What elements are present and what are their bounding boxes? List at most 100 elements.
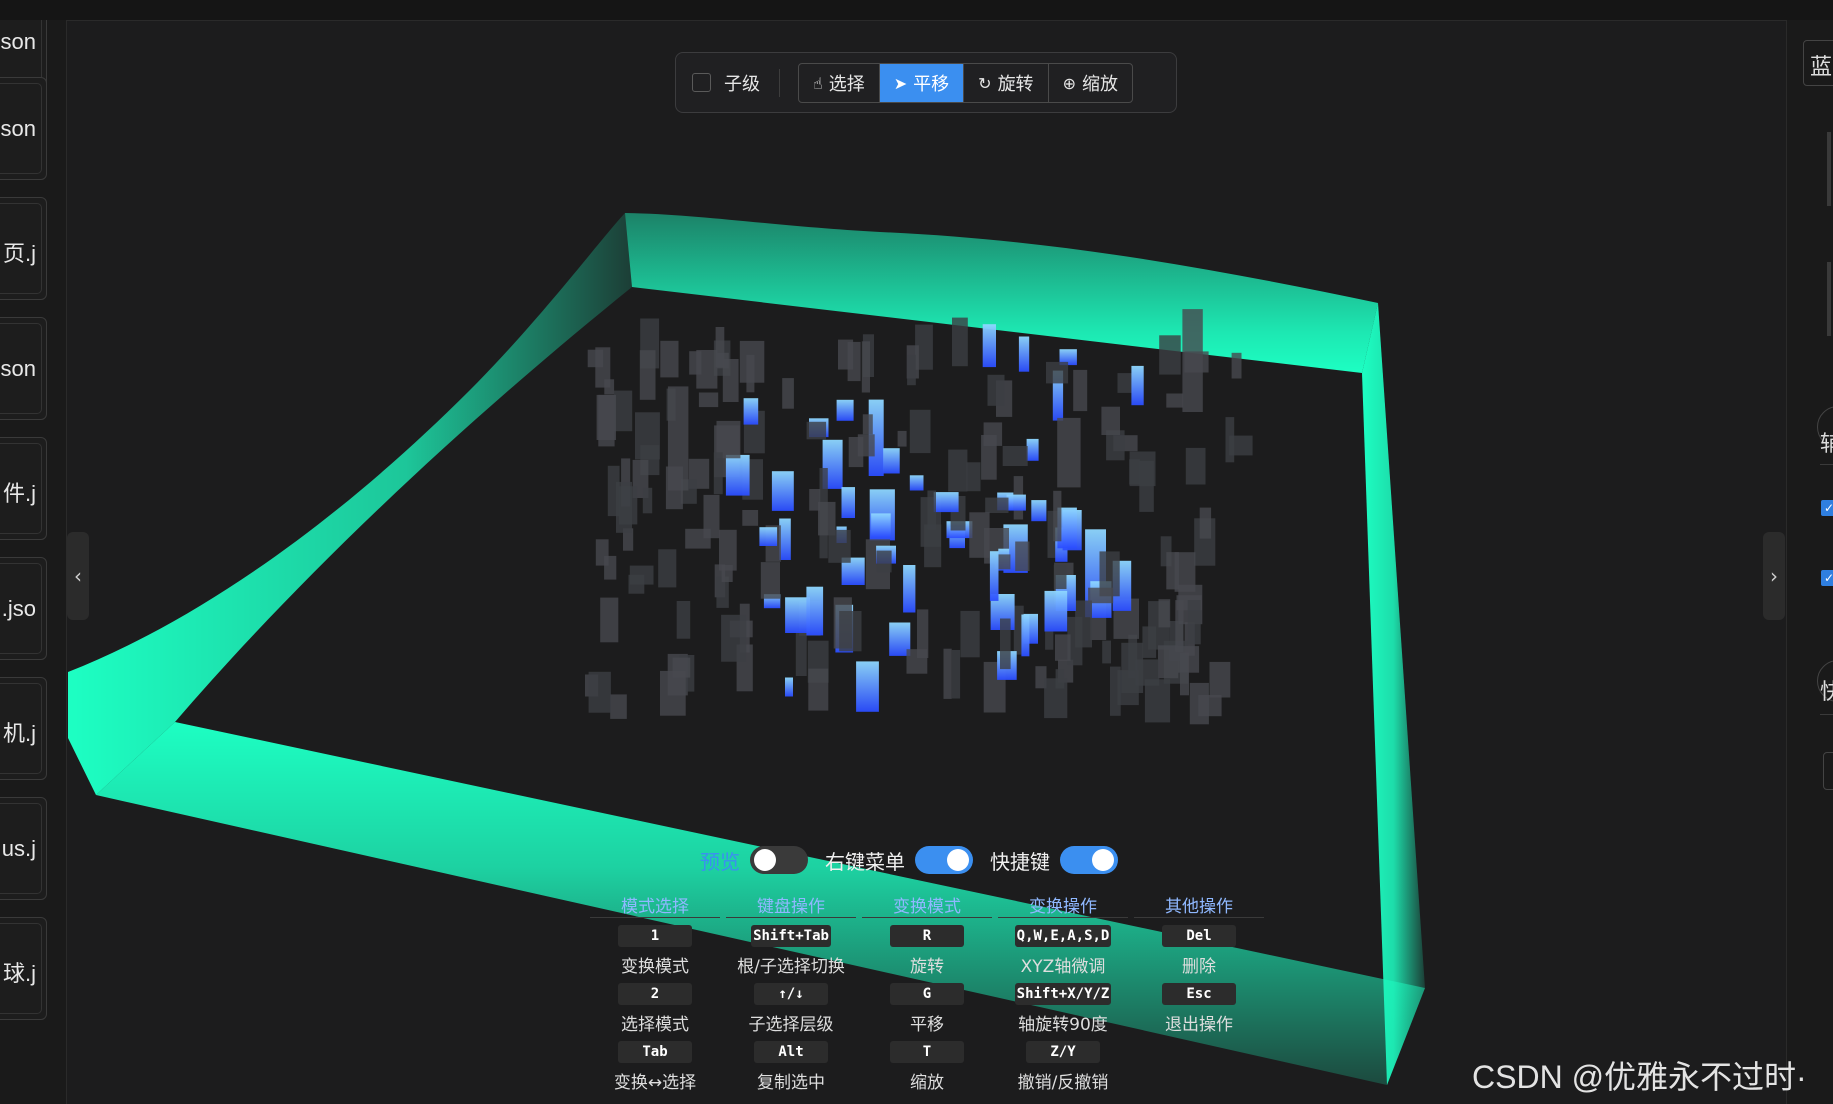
building-block bbox=[716, 352, 729, 369]
building-block bbox=[1128, 634, 1138, 678]
child-label: 子级 bbox=[724, 74, 760, 95]
building-block bbox=[1101, 406, 1120, 435]
building-block bbox=[714, 564, 726, 598]
building-block bbox=[1113, 598, 1139, 639]
file-card[interactable]: .jso bbox=[0, 557, 47, 660]
building-block bbox=[1225, 417, 1235, 463]
option-checkbox[interactable]: ✓ bbox=[1821, 570, 1833, 586]
building-block bbox=[1182, 309, 1203, 412]
building-block bbox=[658, 549, 677, 588]
building-block bbox=[861, 341, 870, 393]
building-block bbox=[667, 386, 689, 491]
key-description: 子选择层级 bbox=[748, 1015, 834, 1035]
building-block bbox=[876, 550, 892, 573]
highlighted-building bbox=[856, 661, 879, 712]
building-block bbox=[906, 649, 928, 674]
hand-pointer-icon: ☝ bbox=[813, 73, 823, 93]
file-list-panel: .json .json 页.j .json 件.j .jso 机.j us.j … bbox=[0, 20, 67, 1104]
child-checkbox[interactable] bbox=[692, 73, 711, 92]
select-button[interactable]: ☝ 选择 bbox=[799, 64, 880, 102]
file-card[interactable]: 件.j bbox=[0, 437, 47, 540]
translate-button[interactable]: ➤ 平移 bbox=[879, 64, 965, 102]
building-block bbox=[696, 350, 718, 389]
building-block bbox=[1129, 459, 1140, 485]
building-block bbox=[680, 479, 697, 504]
building-block bbox=[667, 653, 688, 696]
highlighted-building bbox=[989, 551, 999, 601]
building-block bbox=[640, 318, 660, 369]
context-menu-switch[interactable] bbox=[915, 846, 973, 874]
option-checkbox[interactable]: ✓ bbox=[1821, 500, 1833, 516]
color-swatch[interactable] bbox=[1827, 262, 1831, 336]
file-card-label: 页.j bbox=[2, 241, 36, 266]
file-card[interactable]: .json bbox=[0, 317, 47, 420]
key-badge: Esc bbox=[1162, 983, 1236, 1005]
building-block bbox=[795, 629, 807, 676]
building-block bbox=[1067, 616, 1083, 666]
key-description: 选择模式 bbox=[621, 1015, 689, 1035]
building-block bbox=[960, 610, 980, 658]
building-block bbox=[587, 349, 604, 368]
building-block bbox=[1015, 541, 1030, 571]
building-block bbox=[1144, 679, 1171, 723]
key-description: 旋转 bbox=[910, 957, 944, 977]
building-block bbox=[688, 458, 710, 489]
collapse-right-button[interactable]: › bbox=[1763, 532, 1785, 620]
building-block bbox=[1099, 551, 1120, 597]
city-buildings bbox=[585, 309, 1253, 725]
building-block bbox=[765, 525, 781, 562]
wall-back bbox=[625, 213, 1378, 373]
key-badge: 2 bbox=[618, 983, 692, 1005]
file-card[interactable]: us.j bbox=[0, 797, 47, 900]
building-block bbox=[1166, 393, 1184, 408]
building-block bbox=[1185, 447, 1206, 485]
building-block bbox=[848, 437, 864, 468]
key-description: 轴旋转90度 bbox=[1018, 1015, 1108, 1035]
file-card[interactable]: 球.j bbox=[0, 917, 47, 1020]
translate-label: 平移 bbox=[913, 74, 950, 95]
watermark: CSDN @优雅永不过时· bbox=[1472, 1059, 1807, 1095]
rotate-label: 旋转 bbox=[997, 74, 1034, 95]
highlighted-building bbox=[949, 526, 965, 549]
building-block bbox=[1058, 659, 1074, 683]
key-description: 删除 bbox=[1182, 957, 1216, 977]
hotkeys-switch[interactable] bbox=[1060, 846, 1118, 874]
highlighted-building bbox=[836, 526, 847, 543]
building-block bbox=[809, 489, 821, 511]
scale-button[interactable]: ⊕ 缩放 bbox=[1049, 64, 1132, 102]
building-block bbox=[1053, 490, 1062, 542]
file-card-label: us.j bbox=[1, 836, 36, 861]
file-card[interactable]: 机.j bbox=[0, 677, 47, 780]
building-block bbox=[623, 528, 634, 551]
building-block bbox=[685, 528, 711, 549]
rotate-button[interactable]: ↻ 旋转 bbox=[964, 64, 1049, 102]
highlighted-building bbox=[1052, 370, 1064, 421]
preview-switch[interactable] bbox=[750, 846, 808, 874]
building-block bbox=[604, 379, 615, 395]
highlighted-building bbox=[946, 521, 973, 539]
section-title: 辅 bbox=[1820, 426, 1833, 458]
top-action-button[interactable]: 蓝 bbox=[1803, 40, 1833, 86]
highlighted-building bbox=[1018, 336, 1030, 372]
building-block bbox=[1180, 652, 1189, 696]
shortcut-column-mode: 模式选择 1 变换模式 2 选择模式 Tab 变换↔选择 bbox=[590, 892, 720, 1093]
highlighted-building bbox=[1044, 590, 1068, 632]
building-block bbox=[588, 671, 611, 713]
key-badge: ↑/↓ bbox=[754, 983, 828, 1005]
shortcut-input[interactable] bbox=[1823, 752, 1833, 790]
file-card[interactable]: .json bbox=[0, 77, 47, 180]
file-card-label: 球.j bbox=[2, 961, 36, 986]
building-block bbox=[585, 674, 599, 697]
property-panel: 蓝 辅 ✓ ✓ 快 bbox=[1786, 20, 1833, 1104]
building-block bbox=[920, 497, 941, 547]
highlighted-building bbox=[1055, 527, 1068, 562]
collapse-left-button[interactable]: ‹ bbox=[67, 532, 89, 620]
file-card[interactable]: 页.j bbox=[0, 197, 47, 300]
building-block bbox=[1178, 584, 1203, 625]
color-swatch[interactable] bbox=[1827, 132, 1831, 206]
building-block bbox=[1163, 640, 1189, 684]
building-block bbox=[969, 512, 990, 558]
highlighted-building bbox=[883, 448, 900, 474]
building-block bbox=[739, 603, 750, 653]
building-block bbox=[1113, 435, 1138, 452]
